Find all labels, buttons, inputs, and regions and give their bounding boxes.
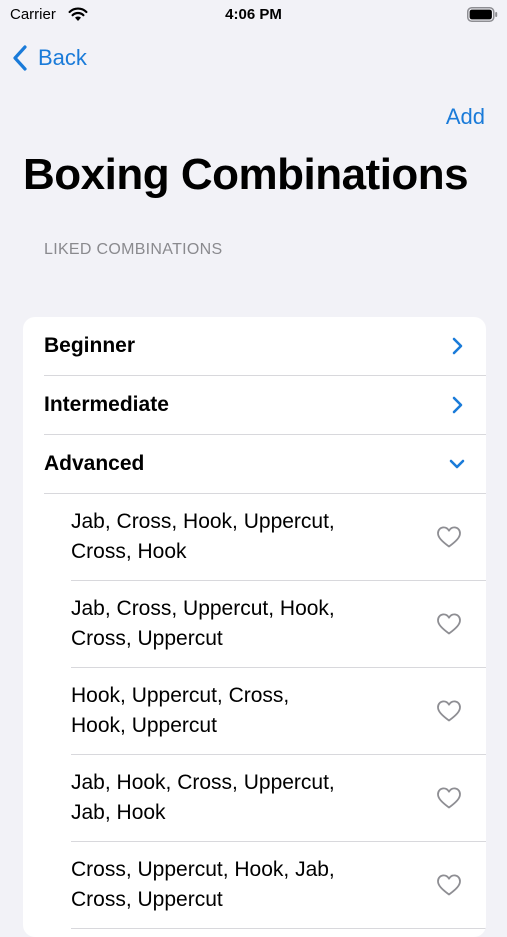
combination-line: Jab, Cross, Uppercut, Hook, xyxy=(71,597,335,620)
combination-row: Jab, Cross, Hook, Uppercut, Cross, Hook xyxy=(71,494,486,581)
chevron-right-icon xyxy=(452,396,463,414)
combination-text: Cross, Uppercut, Hook, Jab, Cross, Upper… xyxy=(71,855,391,915)
section-header: LIKED COMBINATIONS xyxy=(44,241,223,258)
combination-line: Jab, Hook xyxy=(71,801,166,824)
chevron-right-icon xyxy=(452,337,463,355)
combination-line: Hook, Uppercut xyxy=(71,714,217,737)
heart-outline-icon[interactable] xyxy=(436,873,462,897)
combination-line: Jab, Hook, Cross, Uppercut, xyxy=(71,771,335,794)
group-row-beginner[interactable]: Beginner xyxy=(44,317,486,376)
group-row-intermediate[interactable]: Intermediate xyxy=(44,376,486,435)
heart-outline-icon[interactable] xyxy=(436,786,462,810)
combination-line: Jab, Cross, Hook, Uppercut, xyxy=(71,510,335,533)
battery-icon xyxy=(467,7,498,22)
combination-line: Cross, Uppercut xyxy=(71,888,223,911)
combination-row: Cross, Uppercut, Hook, Jab, Cross, Upper… xyxy=(71,842,486,929)
add-button[interactable]: Add xyxy=(446,104,485,130)
chevron-left-icon xyxy=(13,45,27,71)
back-button[interactable]: Back xyxy=(12,42,87,74)
combination-row: Jab, Hook, Cross, Uppercut, Jab, Hook xyxy=(71,755,486,842)
combination-row: Hook, Uppercut, Cross, Hook, Uppercut xyxy=(71,668,486,755)
status-bar: Carrier 4:06 PM xyxy=(0,0,507,30)
page-title: Boxing Combinations xyxy=(23,150,469,199)
combination-line: Cross, Uppercut xyxy=(71,627,223,650)
combination-line: Cross, Hook xyxy=(71,540,187,563)
group-label: Beginner xyxy=(44,334,136,357)
back-label: Back xyxy=(38,45,87,70)
combination-line: Hook, Uppercut, Cross, xyxy=(71,684,290,707)
group-label: Intermediate xyxy=(44,393,169,416)
chevron-down-icon xyxy=(449,459,465,469)
heart-outline-icon[interactable] xyxy=(436,525,462,549)
group-row-advanced[interactable]: Advanced xyxy=(44,435,486,494)
combination-text: Jab, Cross, Hook, Uppercut, Cross, Hook xyxy=(71,507,391,567)
combination-text: Jab, Hook, Cross, Uppercut, Jab, Hook xyxy=(71,768,391,828)
heart-outline-icon[interactable] xyxy=(436,699,462,723)
combination-text: Hook, Uppercut, Cross, Hook, Uppercut xyxy=(71,681,391,741)
status-time: 4:06 PM xyxy=(225,6,282,23)
combinations-list: Beginner Intermediate Advanced Jab, Cros… xyxy=(23,317,486,937)
group-label: Advanced xyxy=(44,452,145,475)
combination-text: Jab, Cross, Uppercut, Hook, Cross, Upper… xyxy=(71,594,391,654)
combination-row: Jab, Cross, Uppercut, Hook, Cross, Upper… xyxy=(71,581,486,668)
combination-line: Cross, Uppercut, Hook, Jab, xyxy=(71,858,335,881)
heart-outline-icon[interactable] xyxy=(436,612,462,636)
